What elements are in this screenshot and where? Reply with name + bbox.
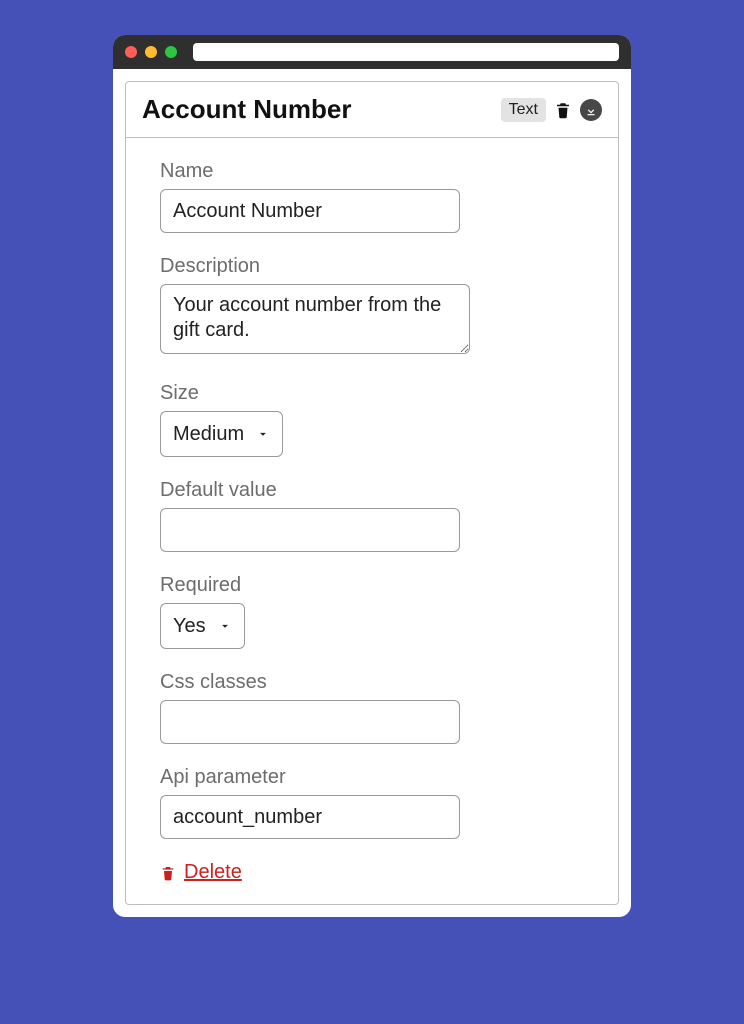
required-label: Required <box>160 574 584 597</box>
field-default-value: Default value <box>160 479 584 552</box>
window-titlebar <box>113 35 631 69</box>
field-api-parameter: Api parameter <box>160 766 584 839</box>
css-classes-label: Css classes <box>160 671 584 694</box>
chevron-down-icon <box>256 427 270 441</box>
browser-window: Account Number Text <box>113 35 631 917</box>
css-classes-input[interactable] <box>160 700 460 744</box>
name-label: Name <box>160 160 584 183</box>
panel-body: Name Description Your account number fro… <box>126 138 618 904</box>
field-description: Description Your account number from the… <box>160 255 584 360</box>
default-value-label: Default value <box>160 479 584 502</box>
trash-icon[interactable] <box>160 865 176 881</box>
panel-header-tools: Text <box>501 98 602 122</box>
name-input[interactable] <box>160 189 460 233</box>
trash-icon[interactable] <box>554 101 572 119</box>
chevron-down-icon <box>218 619 232 633</box>
api-parameter-label: Api parameter <box>160 766 584 789</box>
required-select[interactable]: Yes <box>160 603 245 649</box>
default-value-input[interactable] <box>160 508 460 552</box>
field-required: Required Yes <box>160 574 584 649</box>
size-label: Size <box>160 382 584 405</box>
field-type-badge: Text <box>501 98 546 122</box>
api-parameter-input[interactable] <box>160 795 460 839</box>
description-label: Description <box>160 255 584 278</box>
window-minimize-icon[interactable] <box>145 46 157 58</box>
window-close-icon[interactable] <box>125 46 137 58</box>
field-css-classes: Css classes <box>160 671 584 744</box>
required-select-value: Yes <box>173 615 206 638</box>
move-down-icon[interactable] <box>580 99 602 121</box>
delete-link[interactable]: Delete <box>184 861 242 884</box>
panel-title: Account Number <box>142 94 351 125</box>
field-name: Name <box>160 160 584 233</box>
panel-header: Account Number Text <box>126 82 618 138</box>
field-editor-panel: Account Number Text <box>125 81 619 905</box>
window-maximize-icon[interactable] <box>165 46 177 58</box>
address-bar[interactable] <box>193 43 619 61</box>
field-size: Size Medium <box>160 382 584 457</box>
window-body: Account Number Text <box>113 69 631 917</box>
delete-row: Delete <box>160 861 584 884</box>
description-textarea[interactable]: Your account number from the gift card. <box>160 284 470 354</box>
size-select-value: Medium <box>173 423 244 446</box>
size-select[interactable]: Medium <box>160 411 283 457</box>
